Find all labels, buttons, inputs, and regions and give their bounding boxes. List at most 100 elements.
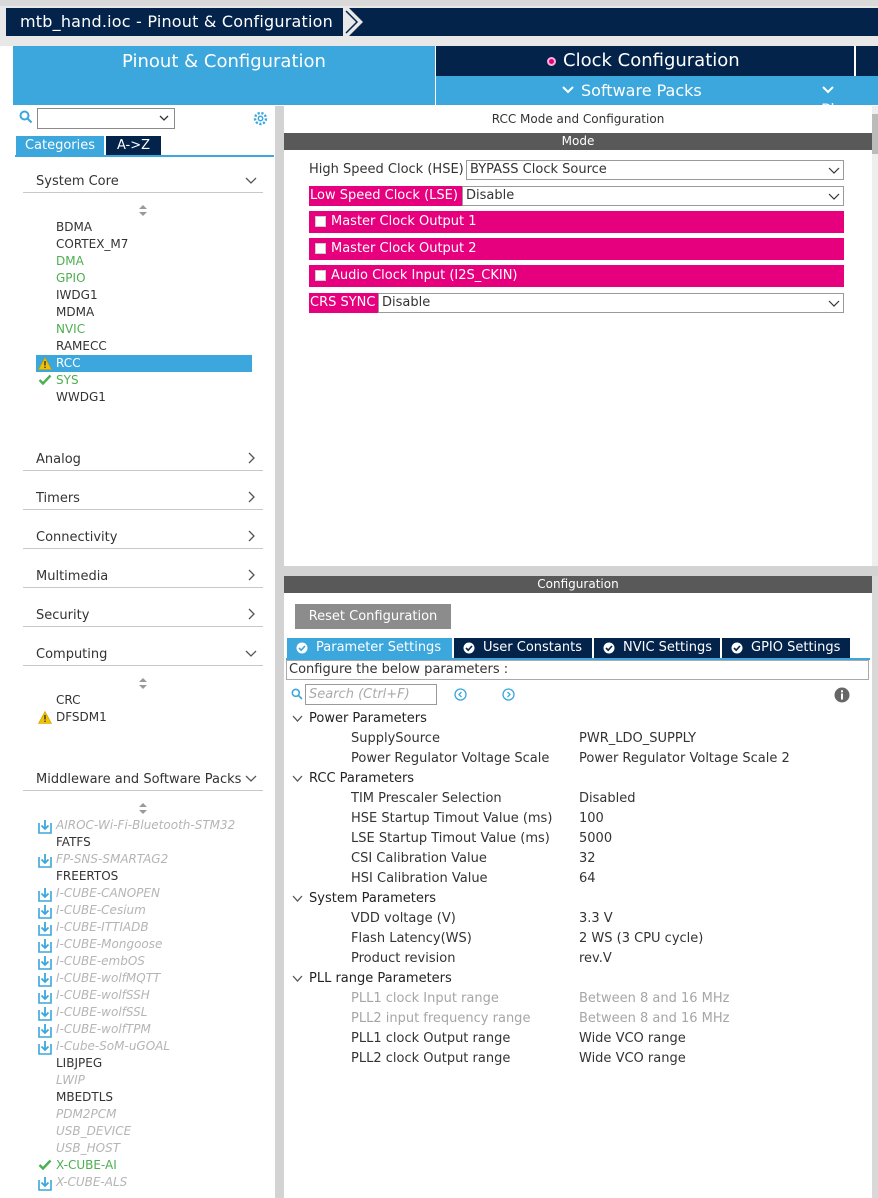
search-next-icon[interactable] bbox=[502, 688, 515, 701]
list-item[interactable]: X-CUBE-AI bbox=[36, 1157, 252, 1174]
sort-arrows-icon[interactable] bbox=[137, 802, 149, 816]
horizontal-splitter[interactable] bbox=[284, 566, 878, 576]
crs-sync-select[interactable]: Disable bbox=[378, 293, 844, 313]
list-item[interactable]: I-CUBE-embOS bbox=[36, 953, 252, 970]
list-item[interactable]: FP-SNS-SMARTAG2 bbox=[36, 851, 252, 868]
lse-select-value: Disable bbox=[466, 188, 515, 203]
list-item[interactable]: IWDG1 bbox=[36, 287, 252, 304]
list-item[interactable]: I-Cube-SoM-uGOAL bbox=[36, 1038, 252, 1055]
list-item[interactable]: MBEDTLS bbox=[36, 1089, 252, 1106]
tab-categories[interactable]: Categories bbox=[16, 136, 104, 155]
tab-nvic-settings[interactable]: NVIC Settings bbox=[594, 638, 720, 658]
list-item[interactable]: DFSDM1 bbox=[36, 709, 252, 726]
list-item[interactable]: USB_HOST bbox=[36, 1140, 252, 1157]
parameter-value[interactable]: 100 bbox=[579, 809, 604, 829]
parameter-search-input[interactable]: Search (Ctrl+F) bbox=[305, 684, 437, 705]
list-item[interactable]: GPIO bbox=[36, 270, 252, 287]
tab-pinout-configuration[interactable]: Pinout & Configuration bbox=[13, 46, 435, 105]
list-item[interactable]: SYS bbox=[36, 372, 252, 389]
tab-a-to-z[interactable]: A->Z bbox=[106, 136, 161, 155]
gear-icon[interactable] bbox=[252, 110, 269, 127]
list-item[interactable]: LWIP bbox=[36, 1072, 252, 1089]
parameter-value[interactable]: PWR_LDO_SUPPLY bbox=[579, 729, 696, 749]
breadcrumb[interactable]: mtb_hand.ioc - Pinout & Configuration bbox=[6, 8, 878, 36]
list-item-label: X-CUBE-AI bbox=[56, 1158, 117, 1172]
list-item[interactable]: I-CUBE-wolfMQTT bbox=[36, 970, 252, 987]
info-icon[interactable] bbox=[834, 687, 850, 703]
hse-select[interactable]: BYPASS Clock Source bbox=[466, 160, 844, 180]
list-item[interactable]: RCC bbox=[36, 355, 252, 372]
parameter-value[interactable]: Disabled bbox=[579, 789, 635, 809]
parameter-value[interactable]: rev.V bbox=[579, 949, 612, 969]
software-packs-menu[interactable]: Software Packs bbox=[561, 81, 702, 100]
parameter-value[interactable]: 5000 bbox=[579, 829, 612, 849]
title-bar: mtb_hand.ioc - Pinout & Configuration bbox=[0, 0, 878, 46]
scrollbar-thumb[interactable] bbox=[872, 114, 878, 154]
tab-clock-configuration[interactable]: Clock Configuration bbox=[436, 46, 854, 76]
list-item[interactable]: I-CUBE-wolfTPM bbox=[36, 1021, 252, 1038]
list-item[interactable]: LIBJPEG bbox=[36, 1055, 252, 1072]
list-item[interactable]: I-CUBE-Cesium bbox=[36, 902, 252, 919]
list-item[interactable]: I-CUBE-ITTIADB bbox=[36, 919, 252, 936]
parameter-group[interactable]: PLL range Parameters bbox=[292, 969, 852, 989]
category-middleware[interactable]: Middleware and Software Packs bbox=[23, 767, 263, 791]
list-item[interactable]: I-CUBE-Mongoose bbox=[36, 936, 252, 953]
category-filter-select[interactable] bbox=[37, 108, 175, 129]
parameter-value[interactable]: 64 bbox=[579, 869, 596, 889]
category-connectivity[interactable]: Connectivity bbox=[23, 525, 263, 549]
category-timers[interactable]: Timers bbox=[23, 486, 263, 510]
configuration-scrollbar[interactable] bbox=[872, 576, 878, 1198]
list-item[interactable]: NVIC bbox=[36, 321, 252, 338]
mco2-checkbox[interactable] bbox=[315, 243, 326, 254]
list-item[interactable]: DMA bbox=[36, 253, 252, 270]
list-item[interactable]: FATFS bbox=[36, 834, 252, 851]
parameter-group[interactable]: System Parameters bbox=[292, 889, 852, 909]
parameter-value[interactable]: 2 WS (3 CPU cycle) bbox=[579, 929, 703, 949]
parameter-value[interactable]: Wide VCO range bbox=[579, 1029, 686, 1049]
list-item[interactable]: CRC bbox=[36, 692, 252, 709]
list-item[interactable]: FREERTOS bbox=[36, 868, 252, 885]
mco1-checkbox-row[interactable]: Master Clock Output 1 bbox=[309, 211, 844, 233]
category-multimedia[interactable]: Multimedia bbox=[23, 564, 263, 588]
tab-gpio-settings[interactable]: GPIO Settings bbox=[722, 638, 850, 658]
list-item[interactable]: BDMA bbox=[36, 219, 252, 236]
parameter-group[interactable]: RCC Parameters bbox=[292, 769, 852, 789]
list-item[interactable]: PDM2PCM bbox=[36, 1106, 252, 1123]
list-item[interactable]: MDMA bbox=[36, 304, 252, 321]
list-item[interactable]: CORTEX_M7 bbox=[36, 236, 252, 253]
category-system-core[interactable]: System Core bbox=[23, 169, 263, 193]
tab-user-constants[interactable]: User Constants bbox=[454, 638, 592, 658]
parameter-value: Between 8 and 16 MHz bbox=[579, 1011, 730, 1026]
i2s-ckin-checkbox[interactable] bbox=[315, 270, 326, 281]
i2s-ckin-checkbox-row[interactable]: Audio Clock Input (I2S_CKIN) bbox=[309, 265, 844, 287]
reset-configuration-button[interactable]: Reset Configuration bbox=[295, 604, 451, 629]
list-item[interactable]: X-CUBE-ALS bbox=[36, 1174, 252, 1191]
list-item[interactable]: I-CUBE-CANOPEN bbox=[36, 885, 252, 902]
tab-overflow[interactable] bbox=[856, 46, 878, 76]
parameter-value[interactable]: Wide VCO range bbox=[579, 1049, 686, 1069]
configuration-section-header: Configuration bbox=[284, 576, 872, 593]
tab-parameter-settings[interactable]: Parameter Settings bbox=[287, 638, 452, 658]
list-item[interactable]: RAMECC bbox=[36, 338, 252, 355]
mco1-checkbox[interactable] bbox=[315, 216, 326, 227]
category-computing[interactable]: Computing bbox=[23, 642, 263, 666]
mode-scrollbar[interactable] bbox=[872, 106, 878, 566]
panel-splitter[interactable] bbox=[275, 106, 284, 1198]
mco2-checkbox-row[interactable]: Master Clock Output 2 bbox=[309, 238, 844, 260]
category-analog[interactable]: Analog bbox=[23, 447, 263, 471]
list-item[interactable]: AIROC-Wi-Fi-Bluetooth-STM32 bbox=[36, 817, 252, 834]
parameter-group[interactable]: Power Parameters bbox=[292, 709, 852, 729]
sort-arrows-icon[interactable] bbox=[137, 204, 149, 218]
list-item[interactable]: I-CUBE-wolfSSL bbox=[36, 1004, 252, 1021]
parameter-value[interactable]: 3.3 V bbox=[579, 909, 613, 929]
lse-select[interactable]: Disable bbox=[462, 186, 844, 206]
list-item[interactable]: WWDG1 bbox=[36, 389, 252, 406]
search-previous-icon[interactable] bbox=[454, 688, 467, 701]
sort-arrows-icon[interactable] bbox=[137, 677, 149, 691]
list-item[interactable]: I-CUBE-wolfSSH bbox=[36, 987, 252, 1004]
search-icon bbox=[291, 688, 303, 700]
parameter-value[interactable]: 32 bbox=[579, 849, 596, 869]
list-item[interactable]: USB_DEVICE bbox=[36, 1123, 252, 1140]
category-security[interactable]: Security bbox=[23, 603, 263, 627]
parameter-value[interactable]: Power Regulator Voltage Scale 2 bbox=[579, 749, 790, 769]
